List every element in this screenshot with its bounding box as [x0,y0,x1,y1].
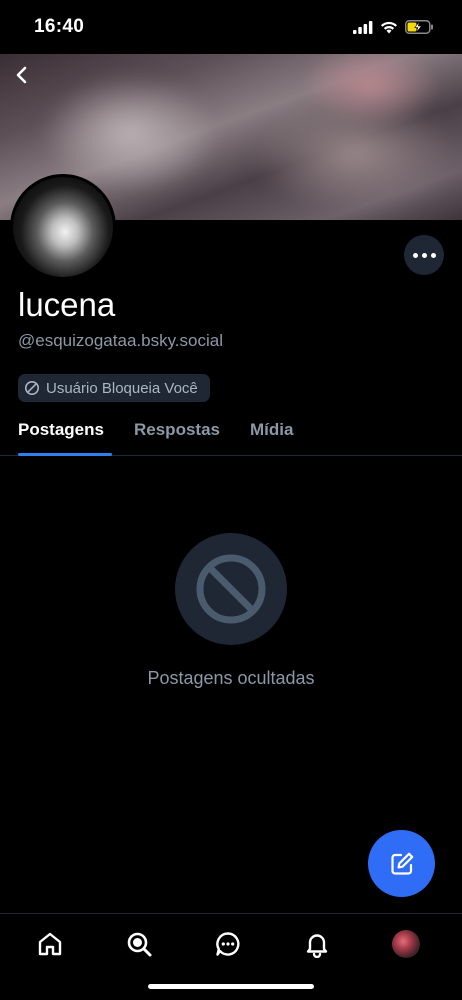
status-bar: 16:40 [0,0,462,54]
status-time: 16:40 [34,16,85,37]
block-icon [196,554,266,624]
bell-icon [306,934,328,958]
chat-icon [216,932,240,956]
battery-charging-icon [405,20,433,34]
profile-tabs: Postagens Respostas Mídia [0,416,462,456]
status-icons [353,20,434,34]
signal-icon [353,20,373,34]
wifi-icon [381,21,397,33]
nav-chat[interactable] [214,930,242,958]
home-indicator [148,984,314,989]
chevron-left-icon [16,66,27,84]
display-name: lucena [18,286,116,323]
profile-avatar[interactable] [10,174,116,280]
tab-replies[interactable]: Respostas [134,420,220,440]
nav-home[interactable] [36,930,64,958]
more-options-button[interactable] [404,235,444,275]
compose-post-button[interactable] [368,830,435,897]
nav-profile-avatar[interactable] [392,930,420,958]
nav-search[interactable] [125,930,153,958]
home-icon [38,932,62,956]
block-icon [25,381,39,395]
search-icon [127,932,152,957]
tab-posts[interactable]: Postagens [18,420,104,440]
tab-media[interactable]: Mídia [250,420,293,440]
ellipsis-icon [412,252,418,258]
compose-icon [390,852,413,875]
back-button[interactable] [8,60,36,90]
nav-notifications[interactable] [303,930,331,958]
blocked-by-user-badge: Usuário Bloqueia Você [18,374,210,402]
active-tab-indicator [18,453,112,456]
empty-state-message: Postagens ocultadas [147,668,315,688]
profile-handle: @esquizogataa.bsky.social [18,331,223,350]
blocked-badge-label: Usuário Bloqueia Você [46,379,198,397]
empty-state-icon-container [175,533,287,645]
